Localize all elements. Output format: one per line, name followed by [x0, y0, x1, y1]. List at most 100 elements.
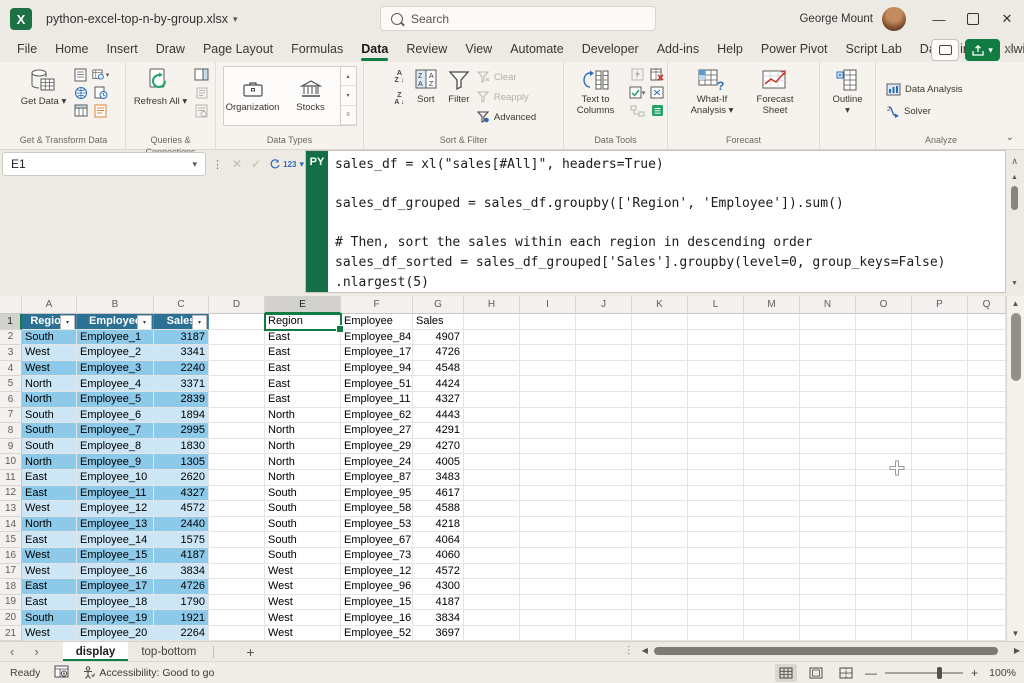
cell-C5[interactable]: 3371 — [154, 376, 209, 392]
cell-M9[interactable] — [744, 439, 800, 455]
cell-N10[interactable] — [800, 454, 856, 470]
cell-P16[interactable] — [912, 548, 968, 564]
sheet-tab-top-bottom[interactable]: top-bottom — [128, 642, 209, 662]
cell-H1[interactable] — [464, 314, 520, 330]
zoom-slider-thumb[interactable] — [937, 667, 942, 679]
next-sheet-button[interactable]: › — [24, 644, 48, 659]
cell-Q9[interactable] — [968, 439, 1006, 455]
cell-D6[interactable] — [209, 392, 265, 408]
cell-I19[interactable] — [520, 595, 576, 611]
cell-Q10[interactable] — [968, 454, 1006, 470]
cell-Q7[interactable] — [968, 408, 1006, 424]
cell-M12[interactable] — [744, 486, 800, 502]
cell-Q19[interactable] — [968, 595, 1006, 611]
cell-H5[interactable] — [464, 376, 520, 392]
cell-J16[interactable] — [576, 548, 632, 564]
cell-G17[interactable]: 4572 — [413, 564, 464, 580]
cell-I9[interactable] — [520, 439, 576, 455]
cell-P11[interactable] — [912, 470, 968, 486]
cell-O21[interactable] — [856, 626, 912, 641]
python-formula-editor[interactable]: PY sales_df = xl("sales[#All]", headers=… — [305, 150, 1006, 293]
forecast-sheet-button[interactable]: Forecast Sheet — [745, 66, 805, 118]
cell-L1[interactable] — [688, 314, 744, 330]
get-data-button[interactable]: Get Data ▾ — [18, 66, 69, 110]
cell-A13[interactable]: West — [22, 501, 77, 517]
cell-K9[interactable] — [632, 439, 688, 455]
row-header-13[interactable]: 13 — [0, 501, 22, 517]
cell-M7[interactable] — [744, 408, 800, 424]
cell-I10[interactable] — [520, 454, 576, 470]
cell-G1[interactable]: Sales — [413, 314, 464, 330]
cell-M16[interactable] — [744, 548, 800, 564]
cell-B21[interactable]: Employee_20 — [77, 626, 154, 641]
cell-B13[interactable]: Employee_12 — [77, 501, 154, 517]
cell-C12[interactable]: 4327 — [154, 486, 209, 502]
tab-power-pivot[interactable]: Power Pivot — [752, 39, 837, 61]
cell-O7[interactable] — [856, 408, 912, 424]
cell-N5[interactable] — [800, 376, 856, 392]
cell-E16[interactable]: South — [265, 548, 341, 564]
cell-Q18[interactable] — [968, 579, 1006, 595]
cell-G19[interactable]: 4187 — [413, 595, 464, 611]
consolidate-icon[interactable] — [649, 85, 666, 100]
reapply-filter-button[interactable]: Reapply — [477, 89, 536, 105]
text-to-columns-button[interactable]: Text to Columns — [566, 66, 626, 118]
cell-J6[interactable] — [576, 392, 632, 408]
advanced-filter-button[interactable]: Advanced — [477, 109, 536, 125]
cell-F13[interactable]: Employee_58 — [341, 501, 413, 517]
cell-P5[interactable] — [912, 376, 968, 392]
cell-J17[interactable] — [576, 564, 632, 580]
cell-L14[interactable] — [688, 517, 744, 533]
cell-O14[interactable] — [856, 517, 912, 533]
cell-E10[interactable]: North — [265, 454, 341, 470]
cell-M4[interactable] — [744, 361, 800, 377]
cell-F12[interactable]: Employee_95 — [341, 486, 413, 502]
column-header-A[interactable]: A — [22, 296, 77, 314]
zoom-slider[interactable] — [885, 672, 963, 674]
cell-A8[interactable]: South — [22, 423, 77, 439]
column-header-O[interactable]: O — [856, 296, 912, 314]
gallery-down-button[interactable]: ▾ — [341, 86, 356, 105]
cell-C9[interactable]: 1830 — [154, 439, 209, 455]
cancel-entry-button[interactable]: ✕ — [232, 157, 242, 171]
cell-P1[interactable] — [912, 314, 968, 330]
cell-F14[interactable]: Employee_53 — [341, 517, 413, 533]
cell-H20[interactable] — [464, 610, 520, 626]
column-header-L[interactable]: L — [688, 296, 744, 314]
cell-I2[interactable] — [520, 330, 576, 346]
cell-H4[interactable] — [464, 361, 520, 377]
confirm-entry-button[interactable]: ✓ — [251, 157, 261, 171]
cell-A7[interactable]: South — [22, 408, 77, 424]
cell-I11[interactable] — [520, 470, 576, 486]
column-header-B[interactable]: B — [77, 296, 154, 314]
cell-N2[interactable] — [800, 330, 856, 346]
cell-N11[interactable] — [800, 470, 856, 486]
cell-M3[interactable] — [744, 345, 800, 361]
cell-I13[interactable] — [520, 501, 576, 517]
cell-F19[interactable]: Employee_15 — [341, 595, 413, 611]
cell-A15[interactable]: East — [22, 532, 77, 548]
maximize-button[interactable] — [956, 0, 990, 38]
cell-I20[interactable] — [520, 610, 576, 626]
cell-A14[interactable]: North — [22, 517, 77, 533]
cell-E7[interactable]: North — [265, 408, 341, 424]
cell-Q13[interactable] — [968, 501, 1006, 517]
manage-data-model-icon[interactable] — [649, 103, 666, 118]
cell-D16[interactable] — [209, 548, 265, 564]
cell-A10[interactable]: North — [22, 454, 77, 470]
cell-A6[interactable]: North — [22, 392, 77, 408]
cell-E14[interactable]: South — [265, 517, 341, 533]
avatar[interactable] — [882, 7, 906, 31]
row-header-7[interactable]: 7 — [0, 408, 22, 424]
cell-H2[interactable] — [464, 330, 520, 346]
cell-O12[interactable] — [856, 486, 912, 502]
column-header-G[interactable]: G — [413, 296, 464, 314]
scroll-down-icon[interactable]: ▼ — [1011, 280, 1018, 292]
tab-data[interactable]: Data — [352, 39, 397, 61]
select-all-corner[interactable] — [0, 296, 22, 314]
cell-I17[interactable] — [520, 564, 576, 580]
recent-sources-icon[interactable] — [92, 85, 109, 100]
scroll-thumb[interactable] — [1011, 313, 1021, 381]
normal-view-button[interactable] — [775, 664, 797, 682]
cell-D13[interactable] — [209, 501, 265, 517]
